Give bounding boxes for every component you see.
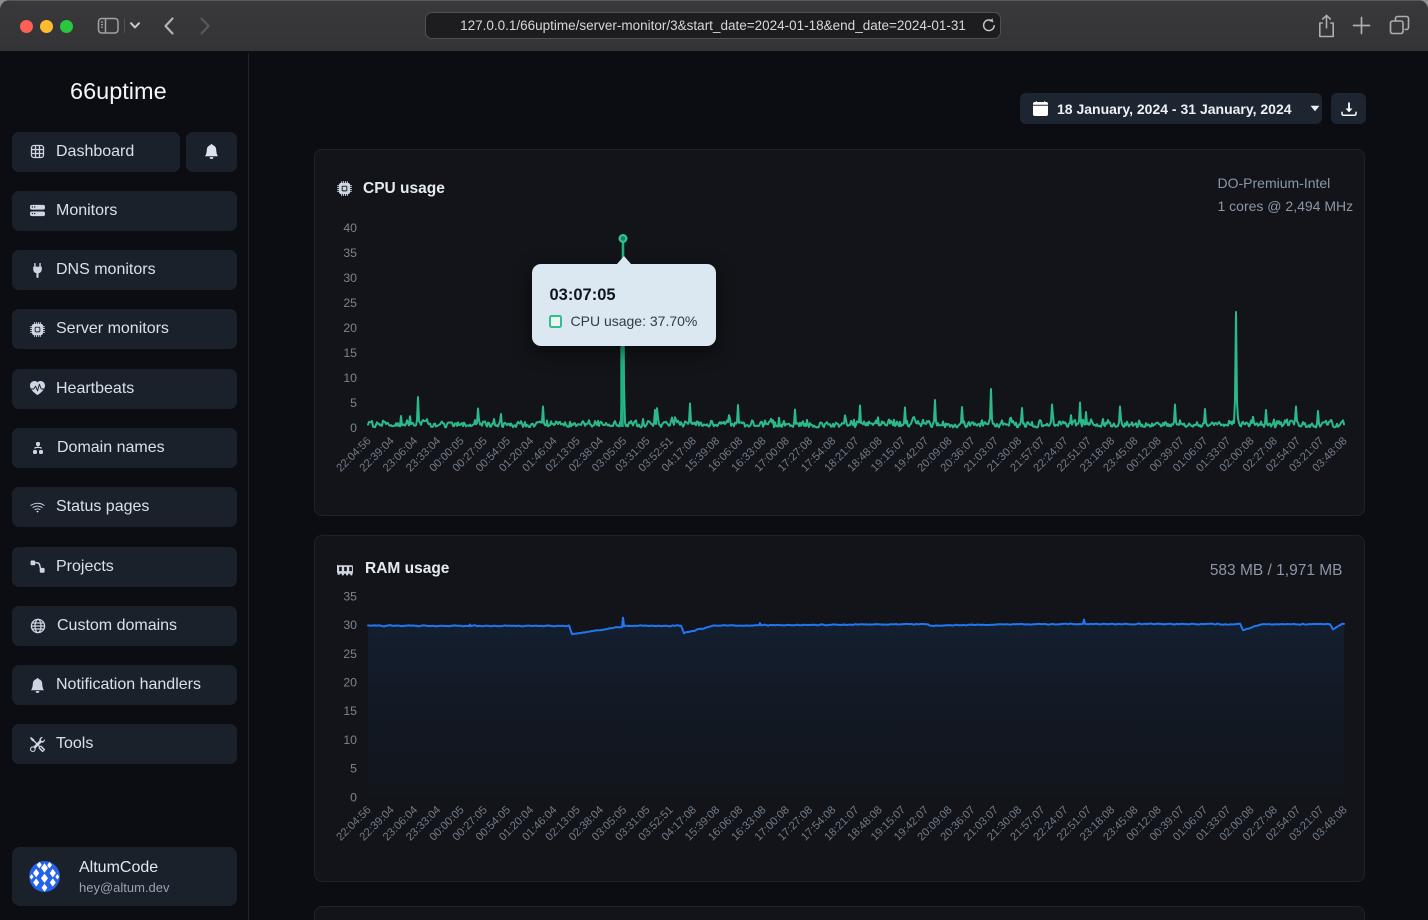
svg-text:40: 40 [343, 221, 357, 235]
svg-text:35: 35 [343, 590, 357, 604]
svg-text:30: 30 [343, 618, 357, 632]
svg-text:0: 0 [350, 790, 357, 804]
svg-text:15: 15 [343, 346, 357, 360]
svg-text:5: 5 [350, 762, 357, 776]
svg-text:0: 0 [350, 421, 357, 435]
svg-text:35: 35 [343, 246, 357, 260]
svg-text:20: 20 [343, 321, 357, 335]
svg-text:25: 25 [343, 647, 357, 661]
svg-text:25: 25 [343, 296, 357, 310]
svg-text:15: 15 [343, 704, 357, 718]
svg-text:5: 5 [350, 396, 357, 410]
svg-text:10: 10 [343, 371, 357, 385]
svg-text:20: 20 [343, 676, 357, 690]
svg-text:10: 10 [343, 733, 357, 747]
svg-text:30: 30 [343, 271, 357, 285]
